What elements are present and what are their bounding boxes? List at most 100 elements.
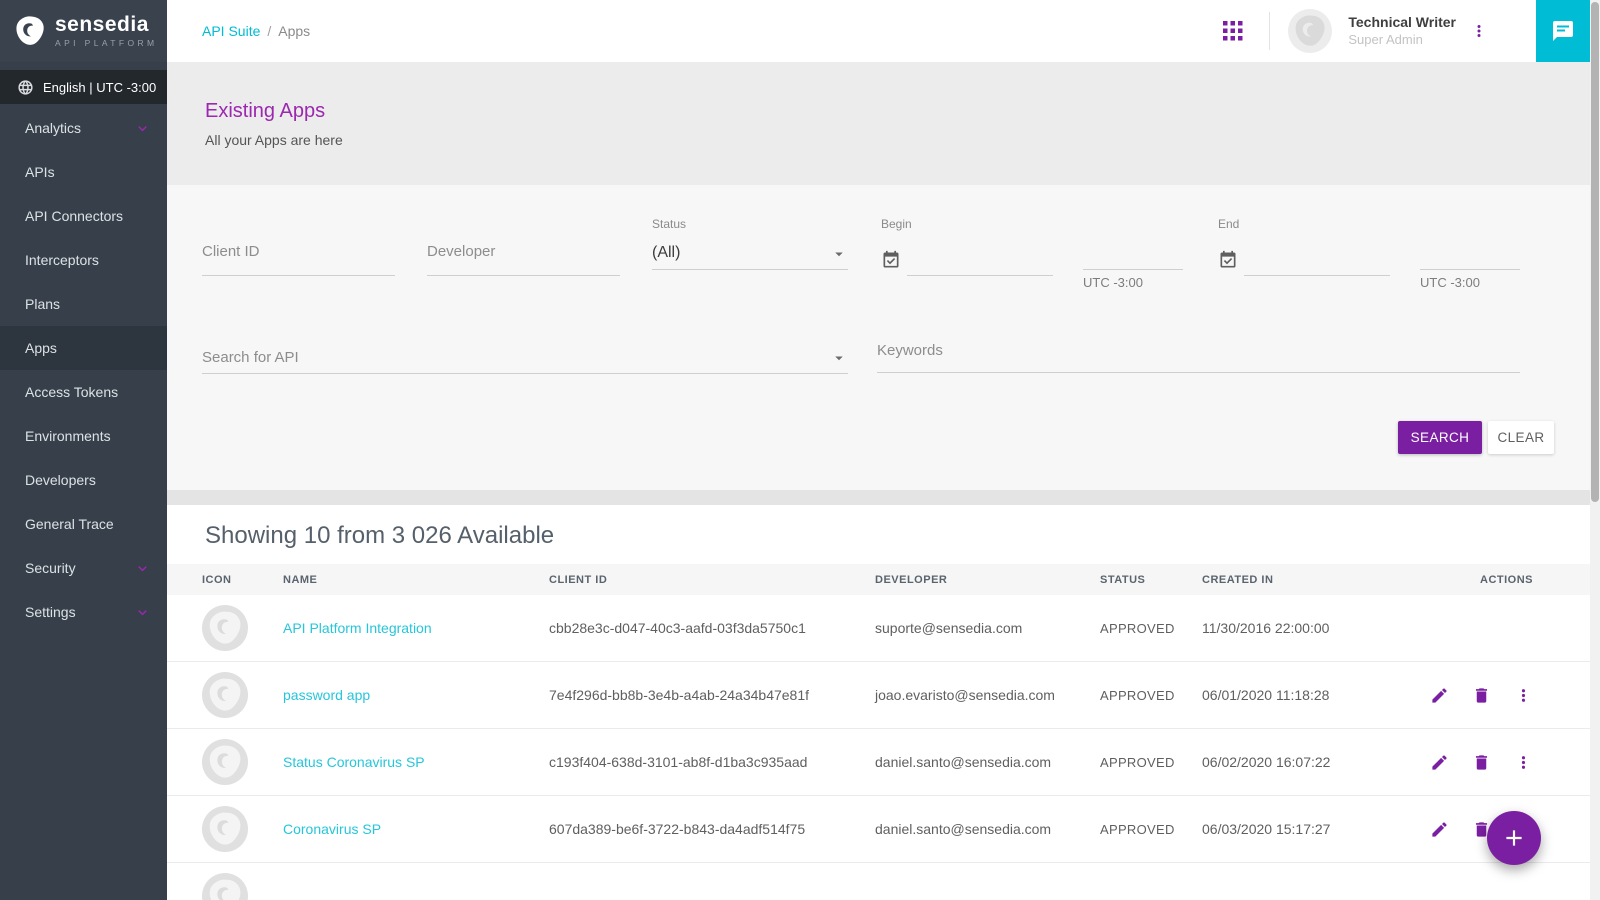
app-root: sensedia API PLATFORM English | UTC -3:0… [0,0,1600,900]
client-id-input[interactable] [202,233,395,276]
brand-logo[interactable]: sensedia API PLATFORM [0,0,167,62]
row-more-icon[interactable] [1514,686,1533,705]
begin-date-input[interactable] [907,239,1053,276]
col-developer: DEVELOPER [875,574,1100,586]
begin-utc-hint: UTC -3:00 [1083,275,1183,290]
chat-button[interactable] [1536,0,1590,62]
sidebar-item-api-connectors[interactable]: API Connectors [0,194,167,238]
page-subtitle: All your Apps are here [205,132,1590,148]
page-scrollbar [1590,0,1600,900]
breadcrumb: API Suite / Apps [202,23,310,39]
table-row: Coronavirus SP 607da389-be6f-3722-b843-d… [167,795,1590,862]
api-select-placeholder: Search for API [202,349,299,373]
sidebar-item-security[interactable]: Security [0,546,167,590]
app-avatar [202,672,248,718]
table-row: password app 7e4f296d-bb8b-3e4b-a4ab-24a… [167,661,1590,728]
status-value: (All) [652,244,680,269]
section-divider [167,490,1590,505]
developer-cell: suporte@sensedia.com [875,620,1100,636]
language-selector[interactable]: English | UTC -3:00 [0,70,167,104]
app-avatar [202,806,248,852]
delete-icon[interactable] [1472,753,1491,772]
app-name-link[interactable]: Status Coronavirus SP [283,754,425,770]
sidebar-item-general-trace[interactable]: General Trace [0,502,167,546]
sidebar-item-settings[interactable]: Settings [0,590,167,634]
clear-button[interactable]: CLEAR [1488,421,1554,454]
chevron-down-icon [134,120,151,137]
page-title: Existing Apps [205,62,1590,123]
app-avatar [202,739,248,785]
user-avatar[interactable] [1288,9,1332,53]
end-utc-hint: UTC -3:00 [1420,275,1520,290]
status-cell: APPROVED [1100,755,1202,770]
sidebar-item-apps[interactable]: Apps [0,326,167,370]
results-panel: Showing 10 from 3 026 Available ICON NAM… [167,505,1590,900]
app-swirl-icon [207,744,243,780]
sidebar-item-analytics[interactable]: Analytics [0,106,167,150]
app-name-link[interactable]: password app [283,687,370,703]
table-row: Status Coronavirus SP c193f404-638d-3101… [167,728,1590,795]
breadcrumb-separator: / [267,23,271,39]
developer-input[interactable] [427,233,620,276]
filters-panel: Status (All) Begin UTC -3:00 End [167,185,1590,490]
sidebar-item-developers[interactable]: Developers [0,458,167,502]
api-select[interactable]: Search for API [202,335,848,374]
sidebar-item-access-tokens[interactable]: Access Tokens [0,370,167,414]
main-area: API Suite / Apps Technical Writer Super … [167,0,1590,900]
edit-icon[interactable] [1430,686,1449,705]
begin-time-input[interactable] [1083,233,1183,270]
app-name-link[interactable]: Coronavirus SP [283,821,381,837]
sidebar: sensedia API PLATFORM English | UTC -3:0… [0,0,167,900]
begin-time-field: UTC -3:00 [1083,233,1183,290]
calendar-icon[interactable] [881,250,901,270]
end-label: End [1218,217,1390,231]
edit-icon[interactable] [1430,820,1449,839]
keywords-input[interactable] [877,335,1520,373]
add-app-fab[interactable] [1487,811,1541,865]
plus-icon [1501,825,1527,851]
status-cell: APPROVED [1100,621,1202,636]
row-actions [1400,753,1533,772]
scrollbar-thumb[interactable] [1591,2,1599,502]
sidebar-nav: Analytics APIs API Connectors Intercepto… [0,106,167,634]
created-in-cell: 06/03/2020 15:17:27 [1202,821,1400,837]
sensedia-swirl-icon [14,15,46,47]
sidebar-item-environments[interactable]: Environments [0,414,167,458]
breadcrumb-api-suite[interactable]: API Suite [202,23,260,39]
begin-date-field: Begin [881,217,1053,276]
sidebar-item-apis[interactable]: APIs [0,150,167,194]
header-divider [1269,12,1270,50]
end-time-field: UTC -3:00 [1420,233,1520,290]
user-role: Super Admin [1348,32,1456,48]
apps-grid-icon[interactable] [1223,21,1243,41]
delete-icon[interactable] [1472,686,1491,705]
results-summary: Showing 10 from 3 026 Available [167,505,1590,564]
edit-icon[interactable] [1430,753,1449,772]
col-created-in: CREATED IN [1202,574,1400,586]
client-id-cell: cbb28e3c-d047-40c3-aafd-03f3da5750c1 [549,620,875,636]
app-swirl-icon [207,878,243,900]
end-time-input[interactable] [1420,233,1520,270]
user-menu-kebab-icon[interactable] [1470,22,1488,40]
sidebar-item-interceptors[interactable]: Interceptors [0,238,167,282]
client-id-cell: 7e4f296d-bb8b-3e4b-a4ab-24a34b47e81f [549,687,875,703]
app-name-link[interactable]: API Platform Integration [283,620,432,636]
calendar-icon[interactable] [1218,250,1238,270]
top-bar: API Suite / Apps Technical Writer Super … [167,0,1590,62]
sidebar-item-plans[interactable]: Plans [0,282,167,326]
chevron-down-icon [134,604,151,621]
avatar-swirl-icon [1293,14,1327,48]
app-swirl-icon [207,610,243,646]
row-more-icon[interactable] [1514,753,1533,772]
status-select[interactable]: Status (All) [652,217,848,270]
col-icon: ICON [202,574,283,586]
developer-cell: daniel.santo@sensedia.com [875,754,1100,770]
status-cell: APPROVED [1100,688,1202,703]
app-swirl-icon [207,811,243,847]
status-cell: APPROVED [1100,822,1202,837]
created-in-cell: 06/02/2020 16:07:22 [1202,754,1400,770]
table-row-partial [167,862,1590,900]
search-button[interactable]: SEARCH [1398,421,1482,454]
app-avatar [202,873,248,900]
end-date-input[interactable] [1244,239,1390,276]
